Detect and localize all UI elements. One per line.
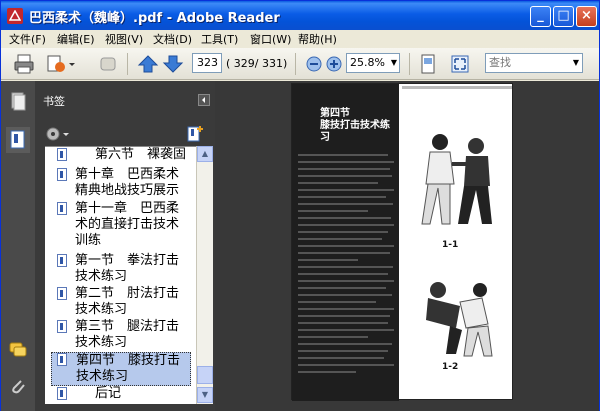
menu-document[interactable]: 文档(D) [153,31,192,47]
bookmark-item[interactable]: 第十一章 巴西柔术的直接打击技术训练 [51,201,191,249]
bookmark-item[interactable]: 第二节 肘法打击技术练习 [51,286,191,318]
scroll-thumb[interactable] [197,366,213,384]
zoom-value: 25.8% [350,56,385,69]
fighters-photo-2 [410,276,506,358]
zoom-in-icon[interactable] [323,53,345,75]
collapse-panel-button[interactable] [198,94,210,106]
bookmarks-scrollbar[interactable]: ▲ ▼ [196,146,213,404]
toolbar-separator [127,53,128,75]
bookmark-item[interactable]: 第一节 拳法打击技术练习 [51,253,191,285]
comments-icon[interactable] [8,339,28,359]
print-icon[interactable] [13,53,35,75]
menu-edit[interactable]: 编辑(E) [57,31,95,47]
adobe-reader-icon [7,8,23,24]
chevron-down-icon: ▼ [572,58,580,67]
photo-caption-2: 1-2 [442,362,459,372]
toolbar-separator [409,53,410,75]
app-window: 巴西柔术（魏峰）.pdf - Adobe Reader _ □ × 文件(F) … [0,0,600,411]
bookmarks-title: 书签 [43,95,65,108]
share-icon[interactable] [45,53,67,75]
hand-tool-icon[interactable] [97,53,119,75]
arrow-up-icon[interactable] [137,53,159,75]
navigation-pane [1,81,35,411]
chevron-down-icon[interactable] [67,53,77,75]
bookmark-item-selected[interactable]: 第四节 膝技打击技术练习 [51,352,191,386]
menu-tools[interactable]: 工具(T) [201,31,238,47]
new-bookmark-icon[interactable] [185,124,205,144]
options-gear-icon[interactable] [45,125,71,143]
bookmark-icon [57,168,67,181]
bookmark-icon [57,254,67,267]
bookmarks-toolbar [35,121,215,147]
arrow-down-icon[interactable] [162,53,184,75]
bookmark-list[interactable]: 第六节 裸袭固 第十章 巴西柔术精典地战技巧展示 第十一章 巴西柔术的直接打击技… [45,146,196,404]
title-bar[interactable]: 巴西柔术（魏峰）.pdf - Adobe Reader _ □ × [1,1,599,30]
bookmark-icon [57,320,67,333]
bookmark-item[interactable]: 后记 [51,386,191,402]
photo-caption-1: 1-1 [442,240,459,250]
bookmark-icon [57,202,67,215]
zoom-level-select[interactable]: 25.8% ▼ [346,53,400,73]
menu-help[interactable]: 帮助(H) [298,31,337,47]
page-dark-column: 第四节 膝技打击技术练习 [292,84,399,401]
bookmark-item[interactable]: 第十章 巴西柔术精典地战技巧展示 [51,167,191,199]
toolbar-separator [295,53,296,75]
page-text-block [298,154,398,378]
chevron-down-icon: ▼ [390,58,398,67]
bookmark-icon [57,287,67,300]
page-number-input[interactable]: 323 [192,53,222,73]
page-total-label: ( 329/ 331) [226,57,288,70]
bookmarks-icon[interactable] [6,127,30,153]
pdf-page[interactable]: 第四节 膝技打击技术练习 1-1 1-2 [291,83,513,401]
page-section-title: 第四节 膝技打击技术练习 [320,108,390,143]
attachment-icon[interactable] [8,377,28,397]
menu-view[interactable]: 视图(V) [105,31,143,47]
close-button[interactable]: × [576,6,597,27]
search-input[interactable]: 查找 ▼ [485,53,583,73]
menu-window[interactable]: 窗口(W) [250,31,291,47]
fighters-photo-1 [410,124,506,234]
fit-page-icon[interactable] [417,53,439,75]
full-screen-icon[interactable] [449,53,471,75]
window-title: 巴西柔术（魏峰）.pdf - Adobe Reader [29,11,280,26]
bookmark-icon [57,148,67,161]
bookmark-icon [57,387,67,400]
search-placeholder: 查找 [489,56,511,69]
bookmarks-header: 书签 [35,91,215,109]
scroll-down-icon[interactable]: ▼ [197,387,213,403]
menu-file[interactable]: 文件(F) [9,31,46,47]
minimize-button[interactable]: _ [530,6,551,27]
menu-bar: 文件(F) 编辑(E) 视图(V) 文档(D) 工具(T) 窗口(W) 帮助(H… [1,30,599,48]
bookmark-item[interactable]: 第三节 腿法打击技术练习 [51,319,191,351]
scroll-up-icon[interactable]: ▲ [197,146,213,162]
pages-icon[interactable] [8,91,28,111]
page-header-rule [402,86,512,89]
maximize-button[interactable]: □ [553,6,574,27]
main-toolbar: 323 ( 329/ 331) 25.8% ▼ 查找 ▼ [1,48,599,80]
bookmark-icon [57,353,67,366]
bookmark-item[interactable]: 第六节 裸袭固 [51,147,191,163]
zoom-out-icon[interactable] [303,53,325,75]
